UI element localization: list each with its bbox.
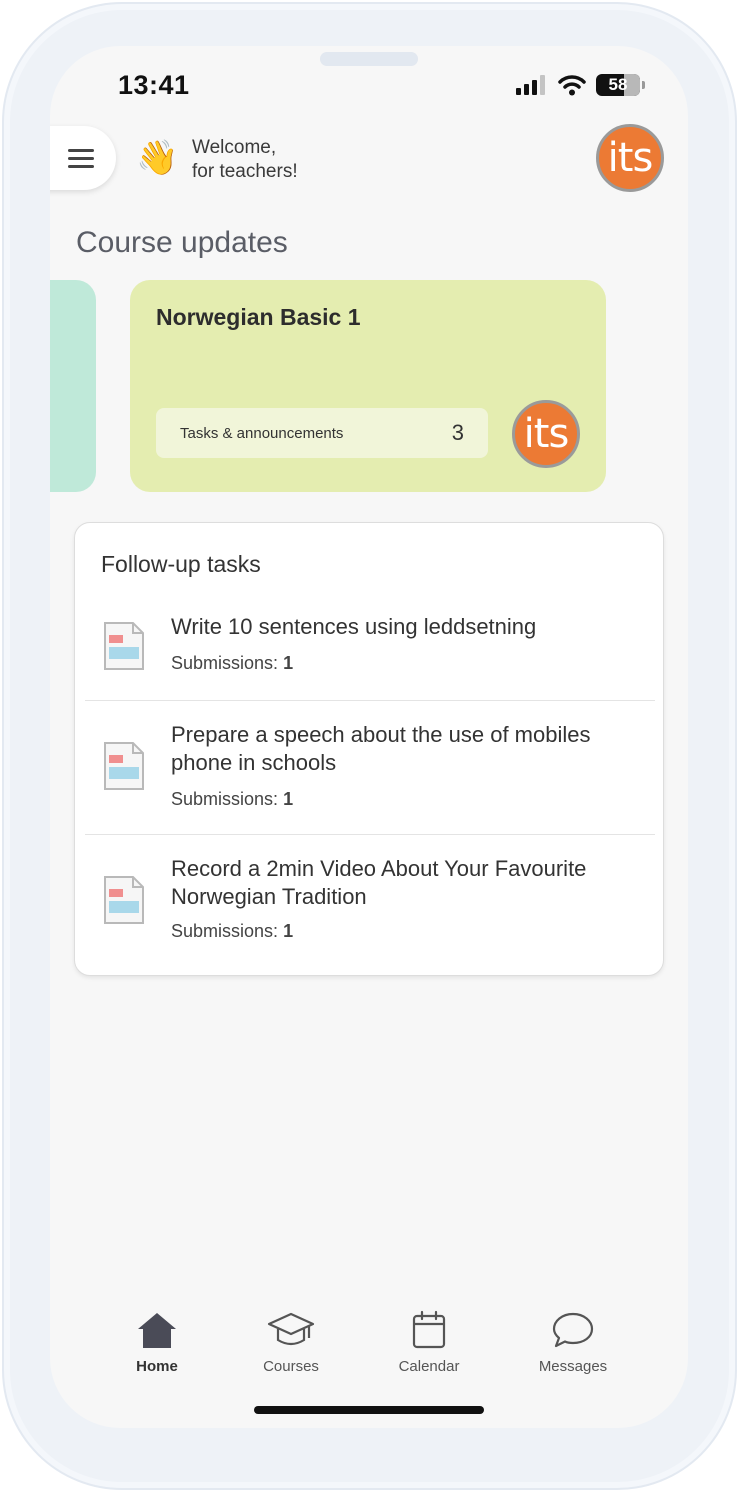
nav-messages[interactable]: Messages	[518, 1308, 628, 1375]
task-item[interactable]: Prepare a speech about the use of mobile…	[85, 701, 655, 835]
course-name: Norwegian Basic 1	[156, 304, 361, 330]
task-submissions: Submissions: 1	[171, 921, 294, 941]
chat-bubble-icon	[552, 1312, 594, 1348]
section-title-course-updates: Course updates	[76, 226, 288, 259]
task-item[interactable]: Write 10 sentences using leddsetning Sub…	[85, 597, 655, 701]
document-icon	[104, 742, 144, 790]
dynamic-island	[320, 52, 418, 66]
task-submissions: Submissions: 1	[171, 789, 294, 809]
avatar-logo-text: its	[607, 135, 654, 181]
task-title: Write 10 sentences using leddsetning	[171, 614, 537, 639]
tasks-count: 3	[451, 420, 464, 445]
nav-label-messages: Messages	[538, 1358, 608, 1375]
wifi-icon	[558, 75, 586, 96]
profile-avatar[interactable]: its	[596, 124, 664, 192]
nav-home[interactable]: Home	[102, 1308, 212, 1375]
tasks-announcements-chip[interactable]: Tasks & announcements 3	[156, 408, 488, 458]
waving-hand-icon: 👋	[136, 139, 179, 177]
followup-title: Follow-up tasks	[101, 551, 261, 577]
status-icons: 58	[516, 74, 645, 96]
battery-tip	[642, 81, 645, 89]
course-avatar: its	[512, 400, 580, 468]
document-icon	[104, 876, 144, 924]
followup-tasks-card: Follow-up tasks Write 10 sentences using…	[74, 522, 664, 976]
home-indicator-bar[interactable]	[254, 1406, 484, 1414]
welcome-line-1: Welcome,	[192, 137, 277, 158]
nav-label-home: Home	[136, 1358, 178, 1375]
task-item[interactable]: Record a 2min Video About Your Favourite…	[85, 835, 655, 967]
home-icon	[138, 1313, 176, 1348]
nav-calendar[interactable]: Calendar	[374, 1308, 484, 1375]
menu-button[interactable]	[50, 126, 116, 190]
task-title: Record a 2min Video About Your Favourite…	[171, 856, 587, 909]
battery-icon: 58	[596, 74, 640, 96]
hamburger-icon	[68, 149, 94, 168]
signal-icon	[516, 75, 545, 95]
battery-level: 58	[608, 75, 628, 94]
course-card[interactable]: Norwegian Basic 1 Tasks & announcements …	[130, 280, 606, 492]
calendar-icon	[412, 1310, 446, 1349]
course-card-previous[interactable]: its	[50, 280, 96, 492]
status-time: 13:41	[118, 70, 190, 100]
nav-label-courses: Courses	[263, 1358, 319, 1375]
app-screen: 13:41 58 👋 Welcome, for teachers! its Co…	[50, 46, 688, 1428]
task-submissions: Submissions: 1	[171, 653, 294, 673]
task-title: Prepare a speech about the use of mobile…	[171, 722, 591, 775]
nav-courses[interactable]: Courses	[236, 1308, 346, 1375]
welcome-text: Welcome, for teachers!	[192, 136, 298, 184]
welcome-line-2: for teachers!	[192, 161, 298, 182]
nav-label-calendar: Calendar	[398, 1358, 460, 1375]
document-icon	[104, 622, 144, 670]
graduation-cap-icon	[267, 1312, 315, 1346]
tasks-label: Tasks & announcements	[180, 424, 344, 442]
